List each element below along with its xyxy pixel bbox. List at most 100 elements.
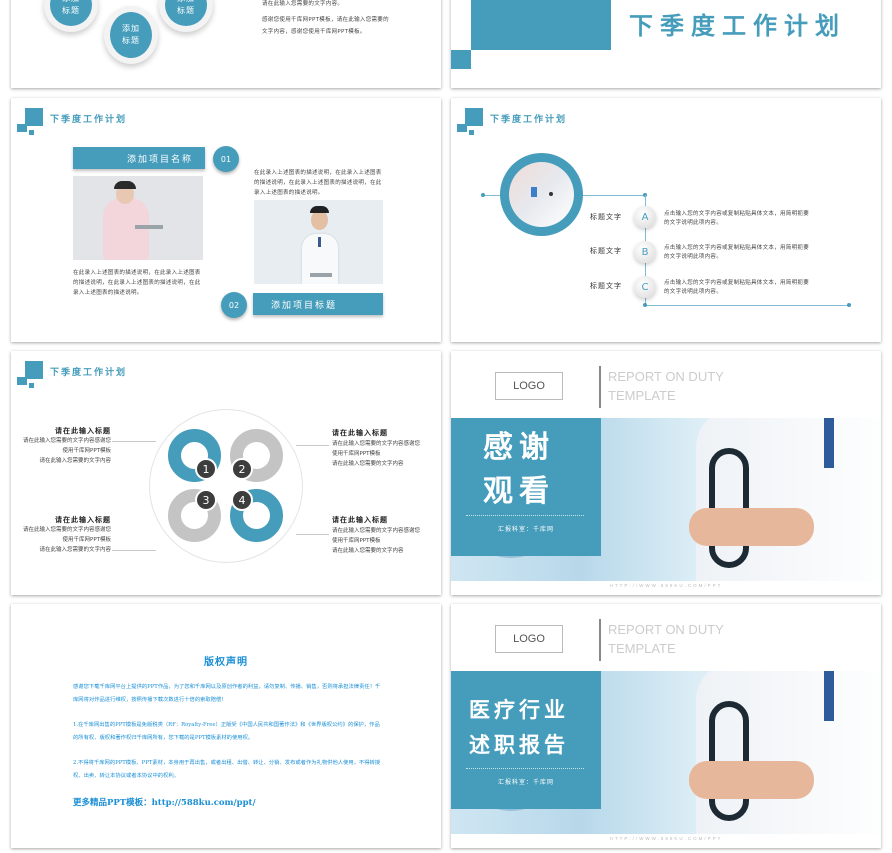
more-templates-link[interactable]: 更多精品PPT模板：http://588ku.com/ppt/	[73, 796, 256, 808]
item-text: 点击输入您的文字内容或复制粘贴具体文本，用简明扼要的文字说明此项内容。	[664, 245, 810, 260]
drop-label: 添加 标题	[50, 0, 92, 26]
cover-subtitle: 汇报科室：千库网	[497, 526, 554, 533]
connector-line	[645, 305, 849, 306]
slide-thumbnail-6[interactable]: LOGO REPORT ON DUTY TEMPLATE 感谢 观看 汇报科室：…	[451, 351, 881, 595]
item-text: 点击输入您的文字内容或复制粘贴具体文本，用简明扼要的文字说明此项内容。	[664, 211, 810, 226]
project-name-label: 添加项目名称	[73, 147, 205, 169]
number-badge: 01	[213, 146, 239, 172]
copyright-paragraph: 感谢您下载千库网平台上提供的PPT作品，为了您和千库网以及原创作者的利益，请勿复…	[73, 684, 381, 703]
dotted-divider	[466, 515, 584, 516]
letter-badge-a: A	[634, 206, 656, 228]
step-number: 4	[231, 489, 253, 511]
slide-thumbnail-5[interactable]: 下季度工作计划 1 2 3 4 请在此输入标题 请在此输入您需要的文字内容感谢您…	[11, 351, 441, 595]
header-title: 下季度工作计划	[50, 368, 128, 378]
footer-url: HTTP://WWW.588KU.COM/PPT	[609, 583, 723, 588]
english-line: TEMPLATE	[608, 641, 676, 656]
logo-placeholder: LOGO	[495, 625, 563, 653]
nurse-photo	[73, 176, 203, 260]
photo-ring	[500, 153, 583, 236]
slide-thumbnail-1[interactable]: 添加 标题 添加 标题 添加 标题 请在此输入您需要的文字内容。 感谢您使用千库…	[11, 0, 441, 88]
dot	[847, 303, 851, 307]
dot	[481, 193, 485, 197]
cover-subtitle: 汇报科室：千库网	[497, 779, 554, 786]
english-subtitle: REPORT ON DUTY TEMPLATE	[608, 367, 724, 405]
drop-label: 添加 标题	[110, 12, 152, 58]
cover-title-line: 感谢	[483, 430, 555, 465]
slide-thumbnail-4[interactable]: 下季度工作计划 标题文字 A 点击输入您的文字内容或复制粘贴具体文本，用简明扼要…	[451, 98, 881, 342]
connector-line	[296, 534, 329, 535]
connector-line	[112, 441, 156, 442]
drop-label: 添加 标题	[165, 0, 207, 26]
cover-title: 医疗行业 述职报告	[469, 693, 569, 763]
step-number: 2	[231, 458, 253, 480]
slide-thumbnail-8[interactable]: LOGO REPORT ON DUTY TEMPLATE 医疗行业 述职报告 汇…	[451, 604, 881, 848]
outer-circle	[149, 409, 303, 563]
item-title: 标题文字	[590, 247, 622, 255]
accent-block-small	[451, 50, 471, 69]
quadrant-text: 使用千库网PPT模板	[332, 538, 381, 544]
quadrant-text: 请在此输入您需要的文字内容	[39, 458, 111, 464]
connector-line	[112, 550, 156, 551]
title-panel: 医疗行业 述职报告 汇报科室：千库网	[451, 671, 601, 809]
quadrant-text: 请在此输入您需要的文字内容感谢您	[22, 438, 111, 444]
cover-title: 感谢 观看	[483, 426, 555, 514]
footer-url: HTTP://WWW.588KU.COM/PPT	[609, 836, 723, 841]
dot	[643, 303, 647, 307]
header-logo-icon	[17, 361, 43, 388]
body-text: 文字内容，感谢您使用千库网PPT模板。	[262, 29, 366, 35]
quadrant-text: 请在此输入您需要的文字内容感谢您	[332, 528, 421, 534]
english-line: REPORT ON DUTY	[608, 369, 724, 384]
body-text: 请在此输入您需要的文字内容。	[262, 1, 344, 7]
description-text: 在此录入上述图表的描述说明，在此录入上述图表的描述说明，在此录入上述图表的描述说…	[254, 170, 382, 196]
number-badge: 02	[221, 292, 247, 318]
english-subtitle: REPORT ON DUTY TEMPLATE	[608, 620, 724, 658]
connector-line	[296, 445, 329, 446]
quadrant-title: 请在此输入标题	[55, 516, 111, 524]
quadrant-text: 请在此输入您需要的文字内容感谢您	[332, 441, 421, 447]
header-title: 下季度工作计划	[50, 115, 128, 125]
dotted-divider	[466, 768, 584, 769]
quadrant-title: 请在此输入标题	[332, 429, 388, 437]
quadrant-title: 请在此输入标题	[55, 427, 111, 435]
cover-title-line: 医疗行业	[469, 698, 569, 722]
letter-badge-b: B	[634, 241, 656, 263]
doctor-photo	[254, 200, 383, 284]
item-title: 标题文字	[590, 213, 622, 221]
body-text: 感谢您使用千库网PPT模板，请在此输入您需要的	[262, 17, 389, 23]
cover-title-line: 述职报告	[469, 733, 569, 757]
description-text: 在此录入上述图表的描述说明，在此录入上述图表的描述说明，在此录入上述图表的描述说…	[73, 270, 201, 296]
slide-thumbnail-3[interactable]: 下季度工作计划 添加项目名称 01 在此录入上述图表的描述说明，在此录入上述图表…	[11, 98, 441, 342]
divider	[599, 366, 601, 408]
drop-circle: 添加 标题	[104, 6, 158, 64]
quadrant-text: 请在此输入您需要的文字内容	[39, 547, 111, 553]
title-panel: 感谢 观看 汇报科室：千库网	[451, 418, 601, 556]
header-title: 下季度工作计划	[490, 115, 568, 125]
slide-thumbnail-7[interactable]: 版权声明 感谢您下载千库网平台上提供的PPT作品，为了您和千库网以及原创作者的利…	[11, 604, 441, 848]
quadrant-text: 使用千库网PPT模板	[62, 537, 112, 543]
accent-block	[471, 0, 611, 50]
drop-circle: 添加 标题	[159, 0, 213, 32]
copyright-paragraph: 1.在千库网出售的PPT模板是免版税类（RF：Royalty-Free）正版受《…	[73, 722, 380, 741]
quadrant-text: 请在此输入您需要的文字内容感谢您	[22, 527, 111, 533]
slide-title: 下季度工作计划	[629, 12, 846, 40]
step-number: 1	[195, 458, 217, 480]
quadrant-title: 请在此输入标题	[332, 516, 388, 524]
drop-circle: 添加 标题	[44, 0, 98, 32]
quadrant-text: 请在此输入您需要的文字内容	[332, 548, 404, 554]
divider	[599, 619, 601, 661]
quadrant-text: 使用千库网PPT模板	[62, 448, 112, 454]
letter-badge-c: C	[634, 276, 656, 298]
quadrant-text: 请在此输入您需要的文字内容	[332, 461, 404, 467]
slide-thumbnail-2[interactable]: 下季度工作计划	[451, 0, 881, 88]
header-logo-icon	[457, 108, 483, 135]
item-title: 标题文字	[590, 282, 622, 290]
project-title-label: 添加项目标题	[253, 293, 383, 315]
logo-placeholder: LOGO	[495, 372, 563, 400]
header-logo-icon	[17, 108, 43, 135]
cover-title-line: 观看	[483, 474, 555, 509]
english-line: TEMPLATE	[608, 388, 676, 403]
copyright-title: 版权声明	[204, 657, 248, 668]
quadrant-text: 使用千库网PPT模板	[332, 451, 381, 457]
english-line: REPORT ON DUTY	[608, 622, 724, 637]
item-text: 点击输入您的文字内容或复制粘贴具体文本，用简明扼要的文字说明此项内容。	[664, 280, 810, 295]
